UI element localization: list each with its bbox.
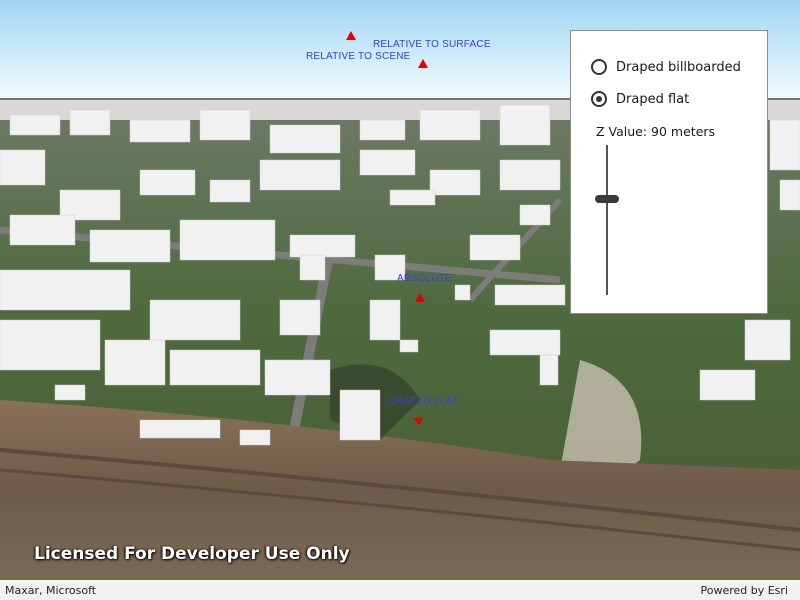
label-draped-flat: DRAPED FLAT <box>388 396 459 407</box>
radio-label: Draped billboarded <box>616 59 741 75</box>
z-value-label: Z Value: 90 meters <box>596 124 716 139</box>
radio-draped-billboarded[interactable]: Draped billboarded <box>591 59 741 75</box>
options-panel: Draped billboarded Draped flat Z Value: … <box>570 30 768 314</box>
license-watermark: Licensed For Developer Use Only <box>34 544 350 564</box>
z-value-slider-thumb[interactable] <box>595 195 619 203</box>
radio-draped-flat[interactable]: Draped flat <box>591 91 689 107</box>
powered-by-link[interactable]: Powered by Esri <box>700 584 788 597</box>
radio-circle-icon[interactable] <box>591 59 607 75</box>
z-value-slider-track[interactable] <box>606 145 608 295</box>
label-absolute: ABSOLUTE <box>397 273 452 284</box>
label-relative-to-scene: RELATIVE TO SCENE <box>306 51 411 62</box>
radio-label: Draped flat <box>616 91 690 107</box>
label-relative-to-surface: RELATIVE TO SURFACE <box>373 39 491 50</box>
attribution-text: Maxar, Microsoft <box>5 584 97 597</box>
attribution-bar: Maxar, Microsoft Powered by Esri <box>0 580 800 600</box>
radio-circle-checked-icon[interactable] <box>591 91 607 107</box>
